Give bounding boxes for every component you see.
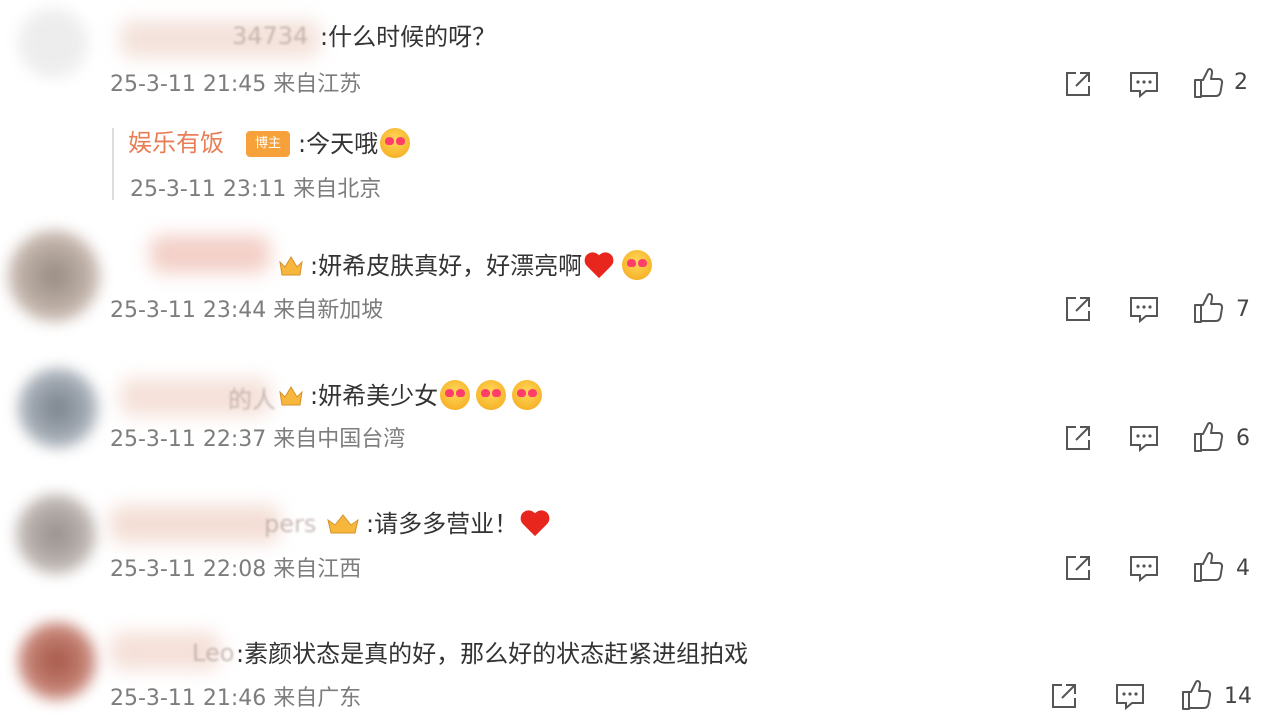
comment-location: 来自新加坡 [273, 298, 384, 323]
share-button[interactable] [1048, 680, 1080, 712]
comment-time: 25-3-11 22:08 [110, 557, 267, 582]
like-button[interactable] [1192, 291, 1224, 325]
like-button[interactable] [1192, 66, 1224, 100]
comment-time: 25-3-11 21:46 [110, 686, 267, 711]
comment-text: :请多多营业！ [326, 509, 550, 539]
comment-meta: 25-3-11 23:44 来自新加坡 [110, 296, 383, 326]
reply-button[interactable] [1128, 68, 1160, 100]
heart-eyes-emoji [380, 128, 411, 158]
reply-button[interactable] [1128, 293, 1160, 325]
comment-location: 来自江西 [273, 557, 362, 582]
kiss-emoji [622, 250, 653, 280]
share-icon [1066, 556, 1090, 580]
reply-divider [112, 128, 114, 200]
red-heart-emoji [520, 509, 550, 537]
share-icon [1066, 297, 1090, 321]
comment-icon [1130, 72, 1158, 99]
like-count: 4 [1236, 556, 1250, 581]
comment-text-content: :妍希美少女 [310, 382, 439, 410]
comment-time: 25-3-11 21:45 [110, 72, 267, 97]
blogger-badge: 博主 [246, 131, 290, 157]
thumbs-up-icon [1182, 680, 1212, 710]
username-fragment[interactable]: 34734 [232, 22, 308, 50]
like-button[interactable] [1180, 678, 1212, 712]
comment-location: 来自广东 [273, 686, 362, 711]
starry-emoji [440, 380, 471, 410]
username-blurred[interactable] [110, 505, 280, 543]
comment-location: 来自江苏 [273, 72, 362, 97]
avatar[interactable] [16, 494, 96, 574]
starry-emoji [512, 380, 543, 410]
share-button[interactable] [1062, 68, 1094, 100]
comment-text-content: :请多多营业！ [366, 510, 519, 538]
thumbs-up-icon [1194, 422, 1224, 452]
username-blurred[interactable] [150, 235, 270, 273]
reply-text: :今天哦 [298, 128, 411, 159]
username-fragment[interactable]: pers [264, 510, 316, 538]
comment-meta: 25-3-11 21:46 来自广东 [110, 684, 361, 714]
comment-meta: 25-3-11 22:08 来自江西 [110, 555, 361, 585]
reply-button[interactable] [1114, 680, 1146, 712]
comment-icon [1130, 297, 1158, 324]
reply-button[interactable] [1128, 422, 1160, 454]
thumbs-up-icon [1194, 293, 1224, 323]
vip-crown-icon [278, 384, 304, 408]
comment-location: 来自中国台湾 [273, 427, 406, 452]
comment-text: :妍希美少女 [278, 380, 543, 411]
avatar[interactable] [18, 368, 98, 448]
share-button[interactable] [1062, 422, 1094, 454]
like-button[interactable] [1192, 420, 1224, 454]
like-count: 2 [1234, 70, 1248, 95]
comment-text-content: :素颜状态是真的好，那么好的状态赶紧进组拍戏 [236, 640, 749, 668]
like-count: 14 [1224, 684, 1252, 709]
comment-icon [1116, 684, 1144, 711]
share-icon [1066, 72, 1090, 96]
reply-location: 来自北京 [293, 177, 382, 202]
share-icon [1052, 684, 1076, 708]
comment-meta: 25-3-11 22:37 来自中国台湾 [110, 425, 405, 455]
comment-time: 25-3-11 23:44 [110, 298, 267, 323]
comment-meta: 25-3-11 21:45 来自江苏 [110, 70, 361, 100]
username-fragment[interactable]: 的人 [228, 380, 276, 415]
starry-emoji [476, 380, 507, 410]
reply-author[interactable]: 娱乐有饭 [128, 128, 224, 158]
reply-meta: 25-3-11 23:11 来自北京 [130, 175, 381, 205]
thumbs-up-icon [1194, 552, 1224, 582]
reply-time: 25-3-11 23:11 [130, 177, 287, 202]
avatar[interactable] [8, 230, 100, 322]
comment-text: :素颜状态是真的好，那么好的状态赶紧进组拍戏 [236, 639, 748, 669]
comment-text-content: :妍希皮肤真好，好漂亮啊 [310, 252, 583, 280]
share-button[interactable] [1062, 293, 1094, 325]
like-button[interactable] [1192, 550, 1224, 584]
username-fragment[interactable]: Leo [192, 639, 234, 667]
share-icon [1066, 426, 1090, 450]
comment-text: :什么时候的呀？ [320, 22, 496, 52]
avatar[interactable] [18, 8, 88, 78]
share-button[interactable] [1062, 552, 1094, 584]
like-count: 7 [1236, 297, 1250, 322]
red-heart-emoji [584, 251, 614, 279]
comment-text: :妍希皮肤真好，好漂亮啊 [278, 250, 653, 281]
thumbs-up-icon [1194, 68, 1224, 98]
like-count: 6 [1236, 426, 1250, 451]
comment-icon [1130, 556, 1158, 583]
comment-text-content: :什么时候的呀？ [320, 23, 497, 51]
comment-icon [1130, 426, 1158, 453]
reply-text-content: :今天哦 [298, 130, 379, 158]
vip-crown-icon [326, 512, 360, 536]
reply-button[interactable] [1128, 552, 1160, 584]
vip-crown-icon [278, 254, 304, 278]
avatar[interactable] [18, 622, 96, 700]
comment-time: 25-3-11 22:37 [110, 427, 267, 452]
